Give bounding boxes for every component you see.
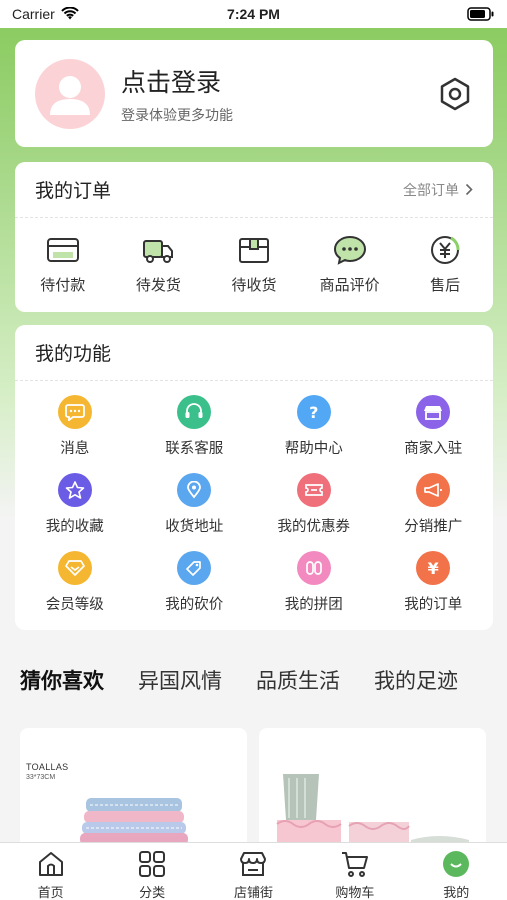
order-item-label: 待收货	[231, 276, 277, 294]
chevron-right-icon	[465, 183, 473, 196]
tab-exotic[interactable]: 异国风情	[138, 665, 222, 695]
settings-icon[interactable]	[437, 76, 473, 112]
nav-home[interactable]: 首页	[6, 843, 96, 900]
orders-title: 我的订单	[35, 180, 112, 202]
order-item-label: 待付款	[40, 276, 86, 294]
home-icon	[38, 852, 63, 876]
question-icon: ?	[296, 395, 331, 429]
func-merchant-join[interactable]: 商家入驻	[374, 395, 494, 467]
func-member-level[interactable]: 会员等级	[15, 551, 135, 623]
all-orders-link[interactable]: 全部订单	[403, 180, 473, 200]
order-item-label: 商品评价	[319, 276, 380, 294]
func-my-orders[interactable]: ¥ 我的订单	[374, 551, 494, 623]
func-customer-service[interactable]: 联系客服	[135, 395, 255, 467]
func-label: 联系客服	[165, 441, 224, 457]
nav-label: 首页	[37, 886, 64, 900]
tab-my-footprint[interactable]: 我的足迹	[374, 665, 458, 695]
func-label: 我的砍价	[165, 597, 224, 613]
orders-card: 我的订单 全部订单 待付款 待发货 待收货 商品评价 售后	[15, 162, 493, 312]
order-status-row: 待付款 待发货 待收货 商品评价 售后	[15, 218, 493, 295]
nav-label: 购物车	[335, 886, 375, 900]
func-label: 我的订单	[404, 597, 463, 613]
func-favorites[interactable]: 我的收藏	[15, 473, 135, 545]
shop-icon	[416, 395, 451, 429]
functions-title: 我的功能	[35, 343, 112, 365]
orders-header: 我的订单 全部订单	[15, 162, 493, 218]
order-pending-payment[interactable]: 待付款	[18, 234, 108, 295]
avatar[interactable]	[35, 58, 105, 129]
all-orders-label: 全部订单	[403, 182, 459, 199]
battery-icon	[467, 7, 494, 21]
nav-mine[interactable]: 我的	[411, 843, 501, 900]
func-label: 分销推广	[404, 519, 463, 535]
yen-icon: ¥	[416, 551, 451, 585]
order-item-label: 待发货	[135, 276, 181, 294]
func-coupons[interactable]: 我的优惠券	[254, 473, 374, 545]
wallet-icon	[46, 238, 79, 262]
nav-label: 我的	[443, 886, 470, 900]
nav-label: 店铺街	[233, 886, 273, 900]
status-bar: Carrier 7:24 PM	[0, 0, 507, 28]
message-icon	[57, 395, 92, 429]
order-pending-shipment[interactable]: 待发货	[113, 234, 203, 295]
func-label: 消息	[60, 441, 90, 457]
location-icon	[177, 473, 212, 507]
login-subtitle: 登录体验更多功能	[121, 107, 233, 124]
profile-icon	[443, 851, 470, 877]
nav-store-street[interactable]: 店铺街	[208, 843, 298, 900]
package-icon	[238, 238, 269, 263]
recommend-tabs: 猜你喜欢 异国风情 品质生活 我的足迹	[0, 660, 507, 700]
func-messages[interactable]: 消息	[15, 395, 135, 467]
bottom-nav: 首页 分类 店铺街 购物车 我的	[0, 842, 507, 900]
star-icon	[57, 473, 92, 507]
vip-icon	[57, 551, 92, 585]
functions-header: 我的功能	[15, 325, 493, 381]
func-group-buy[interactable]: 我的拼团	[254, 551, 374, 623]
wifi-icon	[61, 7, 79, 20]
functions-grid: 消息 联系客服 ? 帮助中心 商家入驻 我的收藏 收货地址 我的优惠券 分销推广…	[15, 381, 493, 623]
user-avatar-icon	[50, 75, 90, 115]
store-icon	[240, 852, 267, 876]
coupon-icon	[296, 473, 331, 507]
order-item-label: 售后	[430, 276, 461, 294]
nav-category[interactable]: 分类	[107, 843, 197, 900]
carrier-label: Carrier	[12, 6, 55, 22]
func-distribution[interactable]: 分销推广	[374, 473, 494, 545]
nav-cart[interactable]: 购物车	[310, 843, 400, 900]
func-label: 商家入驻	[404, 441, 463, 457]
func-label: 我的收藏	[45, 519, 104, 535]
truck-icon	[143, 240, 174, 263]
cart-icon	[341, 852, 368, 877]
func-label: 会员等级	[45, 597, 104, 613]
func-label: 我的优惠券	[277, 519, 351, 535]
order-after-sales[interactable]: 售后	[400, 234, 490, 295]
grid-icon	[139, 851, 166, 877]
tab-quality-life[interactable]: 品质生活	[256, 665, 340, 695]
megaphone-icon	[416, 473, 451, 507]
nav-label: 分类	[139, 886, 166, 900]
carrier-group: Carrier	[12, 6, 79, 22]
func-help-center[interactable]: ? 帮助中心	[254, 395, 374, 467]
func-label: 帮助中心	[284, 441, 343, 457]
order-reviews[interactable]: 商品评价	[305, 234, 395, 295]
yen-refund-icon	[431, 236, 460, 264]
functions-card: 我的功能 消息 联系客服 ? 帮助中心 商家入驻 我的收藏 收货地址 我的优惠券…	[15, 325, 493, 630]
bargain-icon	[177, 551, 212, 585]
tab-guess-you-like[interactable]: 猜你喜欢	[20, 665, 104, 695]
order-pending-receipt[interactable]: 待收货	[209, 234, 299, 295]
login-card[interactable]: 点击登录 登录体验更多功能	[15, 40, 493, 147]
func-label: 收货地址	[165, 519, 224, 535]
func-label: 我的拼团	[284, 597, 343, 613]
login-text-group: 点击登录 登录体验更多功能	[121, 63, 233, 125]
func-address[interactable]: 收货地址	[135, 473, 255, 545]
login-title[interactable]: 点击登录	[121, 63, 233, 99]
group-icon	[296, 551, 331, 585]
func-bargain[interactable]: 我的砍价	[135, 551, 255, 623]
headset-icon	[177, 395, 212, 429]
chat-icon	[333, 235, 366, 265]
